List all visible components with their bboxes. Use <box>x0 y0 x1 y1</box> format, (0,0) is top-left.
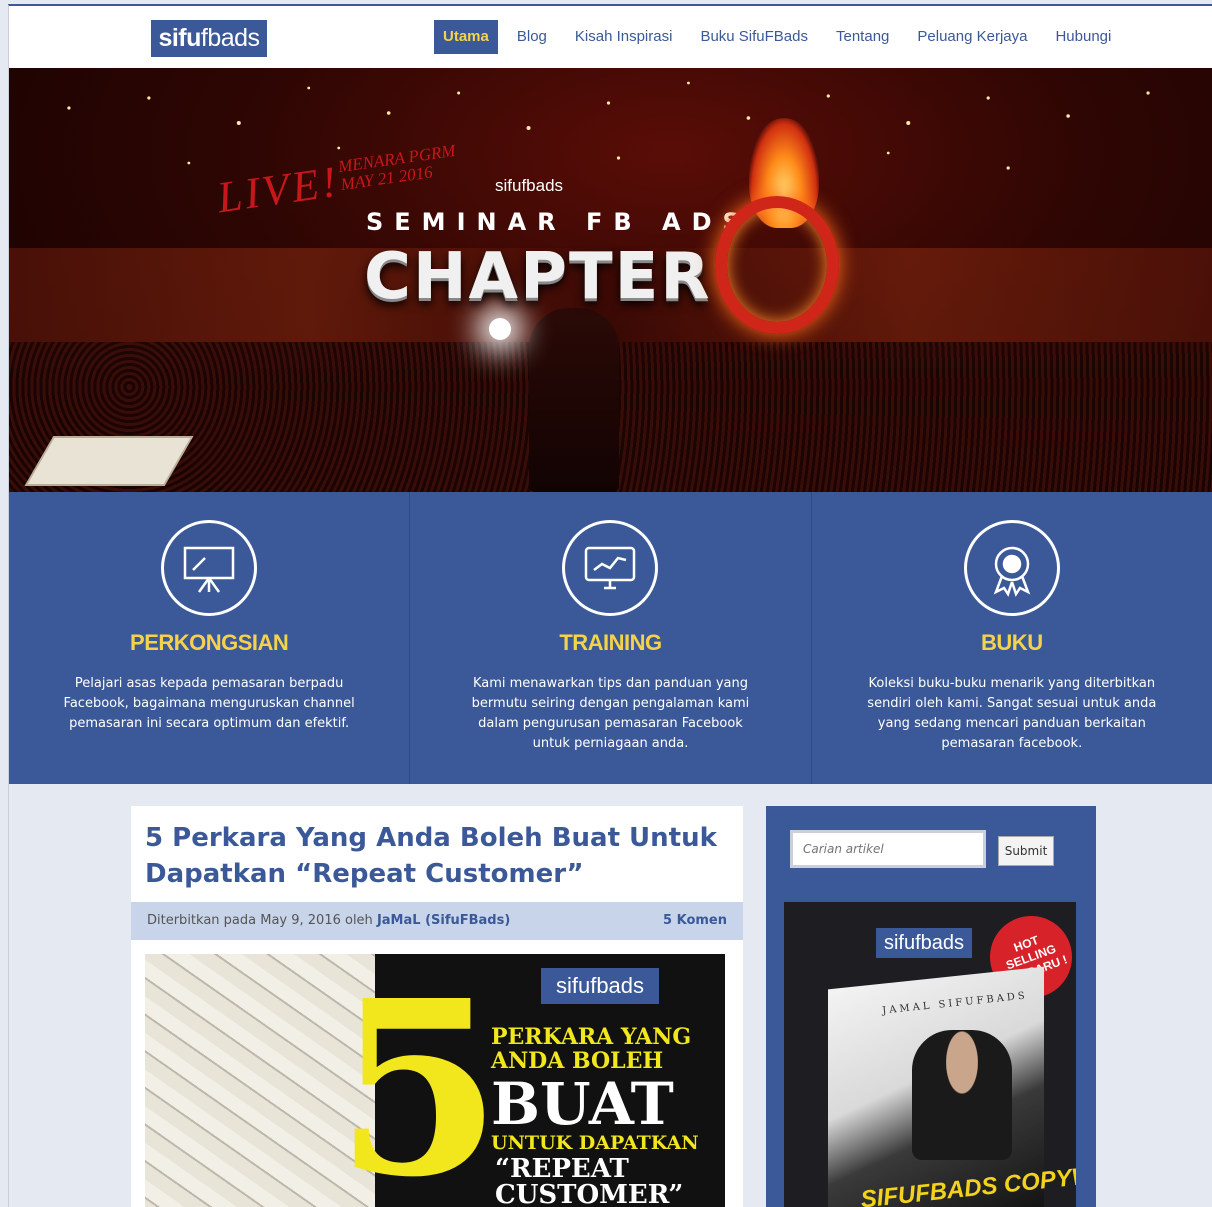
hero-chapter-text: CHAPTER <box>364 240 712 314</box>
feature-training[interactable]: TRAINING Kami menawarkan tips dan pandua… <box>410 492 812 784</box>
page-frame: sifufbads Utama Blog Kisah Inspirasi Buk… <box>8 4 1212 1207</box>
article-image-line3: BUAT <box>491 1070 674 1138</box>
menu-item-hubungi[interactable]: Hubungi <box>1046 20 1120 54</box>
article-title[interactable]: 5 Perkara Yang Anda Boleh Buat Untuk Dap… <box>131 806 743 892</box>
site-logo[interactable]: sifufbads <box>151 20 267 57</box>
article-author-link[interactable]: JaMaL (SifuFBads) <box>377 913 510 928</box>
hero-seminar-text: SEMINAR FB ADS <box>366 208 751 236</box>
feature-text: Kami menawarkan tips dan panduan yang be… <box>471 676 750 751</box>
article-card: 5 Perkara Yang Anda Boleh Buat Untuk Dap… <box>131 806 743 1207</box>
search-input[interactable] <box>790 830 986 868</box>
ceiling-lights-decoration <box>67 81 1150 170</box>
article-image-line5: “REPEAT CUSTOMER” <box>495 1156 683 1207</box>
article-image-number: 5 <box>335 954 502 1207</box>
article-image-line6: CUSTOMER” <box>495 1180 684 1207</box>
feature-buku[interactable]: BUKU Koleksi buku-buku menarik yang dite… <box>812 492 1212 784</box>
menu-item-tentang[interactable]: Tentang <box>827 20 898 54</box>
feature-perkongsian[interactable]: PERKONGSIAN Pelajari asas kepada pemasar… <box>9 492 411 784</box>
feature-text: Koleksi buku-buku menarik yang diterbitk… <box>867 676 1157 751</box>
article-image-line4: UNTUK DAPATKAN <box>491 1132 699 1154</box>
menu-item-blog[interactable]: Blog <box>508 20 556 54</box>
feature-text: Pelajari asas kepada pemasaran berpadu F… <box>63 676 355 731</box>
menu-item-utama[interactable]: Utama <box>434 20 498 54</box>
fire-ring-decoration <box>715 196 839 334</box>
article-featured-image[interactable]: 5 sifufbads PERKARA YANG ANDA BOLEH BUAT… <box>145 954 725 1207</box>
award-badge-icon <box>963 520 1060 616</box>
feature-title: BUKU <box>981 630 1043 655</box>
main-menu: Utama Blog Kisah Inspirasi Buku SifuFBad… <box>434 20 1130 54</box>
features-section: PERKONGSIAN Pelajari asas kepada pemasar… <box>9 492 1212 784</box>
book-brand: sifufbads <box>876 928 972 958</box>
sidebar: Submit sifufbads HOT SELLING TERBARU ! J… <box>766 806 1096 1207</box>
menu-item-buku-sifufbads[interactable]: Buku SifuFBads <box>691 20 817 54</box>
lectern-decoration <box>24 436 194 486</box>
top-navbar: sifufbads Utama Blog Kisah Inspirasi Buk… <box>9 6 1212 68</box>
article-meta: Diterbitkan pada May 9, 2016 oleh JaMaL … <box>131 902 743 940</box>
speaker-silhouette <box>529 308 619 492</box>
menu-item-peluang-kerjaya[interactable]: Peluang Kerjaya <box>908 20 1036 54</box>
search-submit-button[interactable]: Submit <box>998 836 1054 866</box>
menu-item-kisah-inspirasi[interactable]: Kisah Inspirasi <box>566 20 682 54</box>
article-image-brand: sifufbads <box>541 968 659 1004</box>
author-photo <box>912 1030 1012 1160</box>
presentation-board-icon <box>161 520 258 616</box>
article-meta-prefix: Diterbitkan pada May 9, 2016 oleh <box>147 913 373 928</box>
hero-brand-text: sifufbads <box>495 176 564 195</box>
article-image-line1: PERKARA YANG <box>491 1024 692 1050</box>
feature-title: PERKONGSIAN <box>130 630 289 655</box>
article-comments-link[interactable]: 5 Komen <box>663 902 727 940</box>
article-image-line5a: “REPEAT <box>495 1154 629 1184</box>
feature-title: TRAINING <box>559 630 662 655</box>
book-promo-image[interactable]: sifufbads HOT SELLING TERBARU ! JAMAL SI… <box>784 902 1076 1207</box>
hero-banner[interactable]: LIVE! MENARA PGRM MAY 21 2016 sifufbads … <box>9 68 1212 492</box>
monitor-chart-icon <box>562 520 659 616</box>
spotlight-decoration <box>489 318 511 340</box>
